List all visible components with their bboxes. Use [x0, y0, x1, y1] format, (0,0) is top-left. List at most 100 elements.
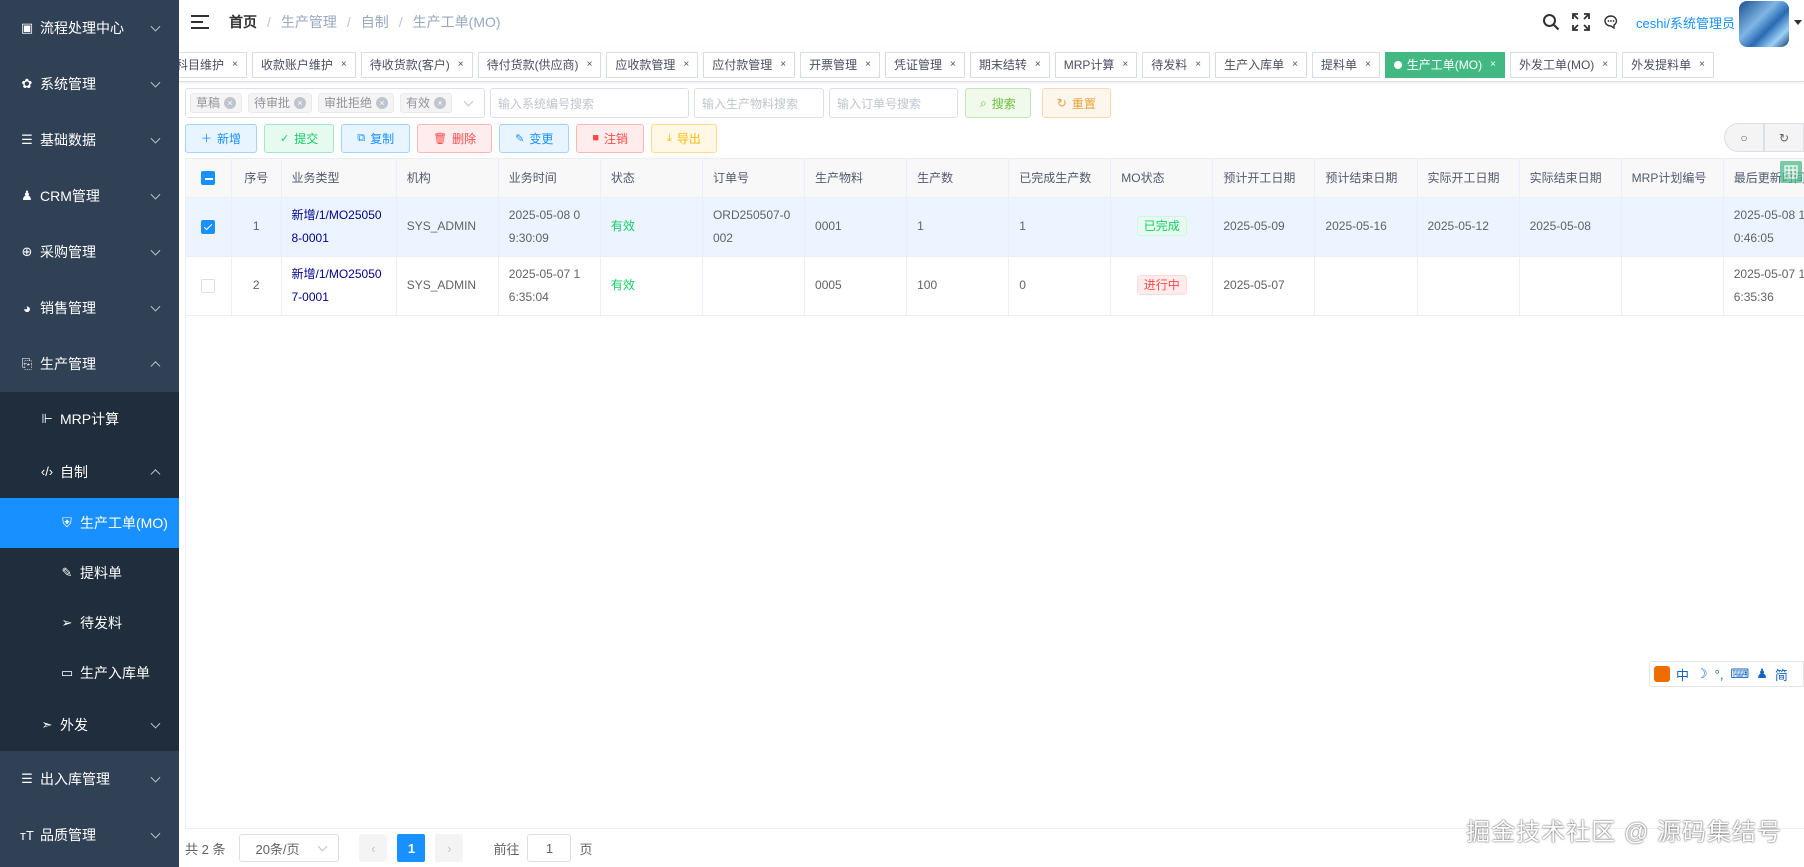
select-all-cell[interactable] [186, 159, 232, 198]
page-number-current[interactable]: 1 [397, 834, 426, 862]
goto-page-input[interactable]: 1 [527, 834, 572, 862]
add-button[interactable]: ＋ 新增 [185, 123, 258, 153]
close-icon[interactable]: × [434, 97, 447, 109]
sidebar-item-quality[interactable]: ᴛT 品质管理 [0, 807, 179, 863]
ime-toolbar[interactable]: 中 ☽ °, ⌨ ♟ 简 [1649, 661, 1804, 687]
cancel-record-button[interactable]: ■ 注销 [576, 123, 645, 153]
delete-button[interactable]: 🗑 删除 [417, 123, 493, 153]
close-icon[interactable]: × [1292, 53, 1298, 77]
tab-item[interactable]: 外发工单(MO) × [1509, 52, 1618, 78]
select-all-checkbox[interactable] [201, 171, 216, 186]
ime-simplified-mode[interactable]: 简 [1775, 665, 1788, 684]
table-row[interactable]: 2 新增/1/MO250507-0001 SYS_ADMIN 2025-05-0… [186, 256, 1804, 316]
sidebar-item-basic-data[interactable]: ☰ 基础数据 [0, 112, 179, 168]
close-icon[interactable]: × [865, 53, 871, 77]
ime-chinese-mode[interactable]: 中 [1676, 665, 1689, 684]
message-icon[interactable] [1596, 0, 1626, 44]
row-select-cell[interactable] [186, 197, 232, 257]
sidebar-item-inventory[interactable]: ☰ 出入库管理 [0, 751, 179, 807]
tab-item[interactable]: 开票管理 × [800, 52, 880, 78]
grid-icon[interactable] [1780, 161, 1802, 183]
tab-item[interactable]: 收款账户维护 × [251, 52, 356, 78]
avatar[interactable] [1739, 1, 1789, 47]
tab-item[interactable]: 生产入库单 × [1215, 52, 1307, 78]
tab-item[interactable]: 提料单 × [1311, 52, 1380, 78]
close-icon[interactable]: × [458, 53, 464, 77]
table-row[interactable]: 1 新增/1/MO250508-0001 SYS_ADMIN 2025-05-0… [186, 197, 1804, 257]
tab-item[interactable]: 待发料 × [1142, 52, 1211, 78]
tab-item[interactable]: 外发提料单 × [1622, 52, 1714, 78]
export-button[interactable]: ⤓ 导出 [651, 123, 717, 153]
prev-page-button[interactable]: ‹ [359, 834, 388, 862]
sidebar-item-pending-issue[interactable]: ➢ 待发料 [0, 598, 179, 648]
tab-item[interactable]: 待付货款(供应商) × [477, 52, 602, 78]
order-search-input[interactable]: 输入订单号搜索 [829, 88, 958, 118]
sidebar-item-self-made[interactable]: ‹/› 自制 [0, 445, 179, 498]
reset-button[interactable]: ↻ 重置 [1041, 88, 1111, 118]
sidebar-item-purchase[interactable]: ⊕ 采购管理 [0, 224, 179, 280]
close-icon[interactable]: × [1122, 53, 1128, 77]
sidebar-item-mo[interactable]: ⛨ 生产工单(MO) [0, 498, 179, 548]
close-icon[interactable]: × [1365, 53, 1371, 77]
tab-item[interactable]: 期末结转 × [969, 52, 1050, 78]
breadcrumb-home[interactable]: 首页 [229, 12, 257, 32]
sidebar-item-system[interactable]: ✿ 系统管理 [0, 56, 179, 112]
change-button[interactable]: ✎ 变更 [499, 123, 570, 153]
close-icon[interactable]: × [294, 97, 307, 109]
close-icon[interactable]: × [587, 53, 593, 77]
system-no-search-input[interactable]: 输入系统编号搜索 [490, 88, 689, 118]
status-multiselect[interactable]: 草稿 × 待审批 × 审批拒绝 × 有效 × [185, 88, 485, 118]
submit-button[interactable]: ✓ 提交 [264, 123, 335, 153]
page-size-select[interactable]: 20条/页 [239, 834, 340, 862]
close-icon[interactable]: × [1035, 53, 1041, 77]
close-icon[interactable]: × [1602, 53, 1608, 77]
sidebar-item-outsource[interactable]: ➣ 外发 [0, 698, 179, 751]
close-icon[interactable]: × [341, 53, 347, 77]
search-icon[interactable] [1536, 0, 1566, 44]
close-icon[interactable]: × [950, 53, 956, 77]
close-icon[interactable]: × [1699, 53, 1705, 77]
sidebar-item-pick-list[interactable]: ✎ 提料单 [0, 548, 179, 598]
row-checkbox[interactable] [201, 219, 216, 234]
close-icon[interactable]: × [1490, 53, 1496, 77]
tab-item[interactable]: 科目维护 × [179, 52, 247, 78]
cell-business-type-link[interactable]: 新增/1/MO250507-0001 [281, 256, 397, 316]
tab-item[interactable]: MRP计算 × [1054, 52, 1138, 78]
next-page-button[interactable]: › [435, 834, 464, 862]
moon-icon[interactable]: ☽ [1696, 666, 1708, 682]
breadcrumb-self-made[interactable]: 自制 [361, 12, 389, 32]
sidebar-item-production-inbound[interactable]: ▭ 生产入库单 [0, 648, 179, 698]
tab-item[interactable]: 生产工单(MO) × [1384, 52, 1505, 78]
row-checkbox[interactable] [201, 278, 216, 293]
username[interactable]: ceshi/系统管理员 [1636, 13, 1735, 32]
close-icon[interactable]: × [780, 53, 786, 77]
user-icon[interactable]: ♟ [1756, 666, 1768, 682]
caret-down-icon[interactable] [1794, 19, 1802, 25]
hamburger-icon[interactable] [191, 15, 209, 29]
tab-item[interactable]: 应收款管理 × [606, 52, 699, 78]
close-icon[interactable]: × [1195, 53, 1201, 77]
close-icon[interactable]: × [224, 97, 237, 109]
tab-item[interactable]: 应付款管理 × [703, 52, 796, 78]
material-search-input[interactable]: 输入生产物料搜索 [694, 88, 824, 118]
fullscreen-icon[interactable] [1566, 0, 1596, 44]
tab-item[interactable]: 凭证管理 × [884, 52, 965, 78]
row-select-cell[interactable] [186, 256, 232, 316]
keyboard-icon[interactable]: ⌨ [1730, 666, 1749, 682]
tab-item[interactable]: 待收货款(客户) × [360, 52, 473, 78]
breadcrumb-production[interactable]: 生产管理 [281, 12, 337, 32]
sidebar-item-crm[interactable]: ♟ CRM管理 [0, 168, 179, 224]
sidebar-item-sales[interactable]: ◕ 销售管理 [0, 280, 179, 336]
search-button[interactable]: ⌕ 搜索 [965, 88, 1031, 118]
cell-business-type-link[interactable]: 新增/1/MO250508-0001 [281, 197, 397, 257]
toggle-search-button[interactable]: ○ [1724, 123, 1764, 152]
punctuation-icon[interactable]: °, [1715, 667, 1724, 682]
copy-button[interactable]: ⧉ 复制 [341, 123, 411, 153]
sidebar-item-mrp[interactable]: ⊩ MRP计算 [0, 392, 179, 445]
sidebar-item-workflow[interactable]: ▣ 流程处理中心 [0, 0, 179, 56]
close-icon[interactable]: × [376, 97, 389, 109]
close-icon[interactable]: × [683, 53, 689, 77]
refresh-button[interactable]: ↻ [1764, 123, 1804, 152]
close-icon[interactable]: × [232, 53, 238, 77]
sidebar-item-production[interactable]: ⎘ 生产管理 [0, 336, 179, 392]
